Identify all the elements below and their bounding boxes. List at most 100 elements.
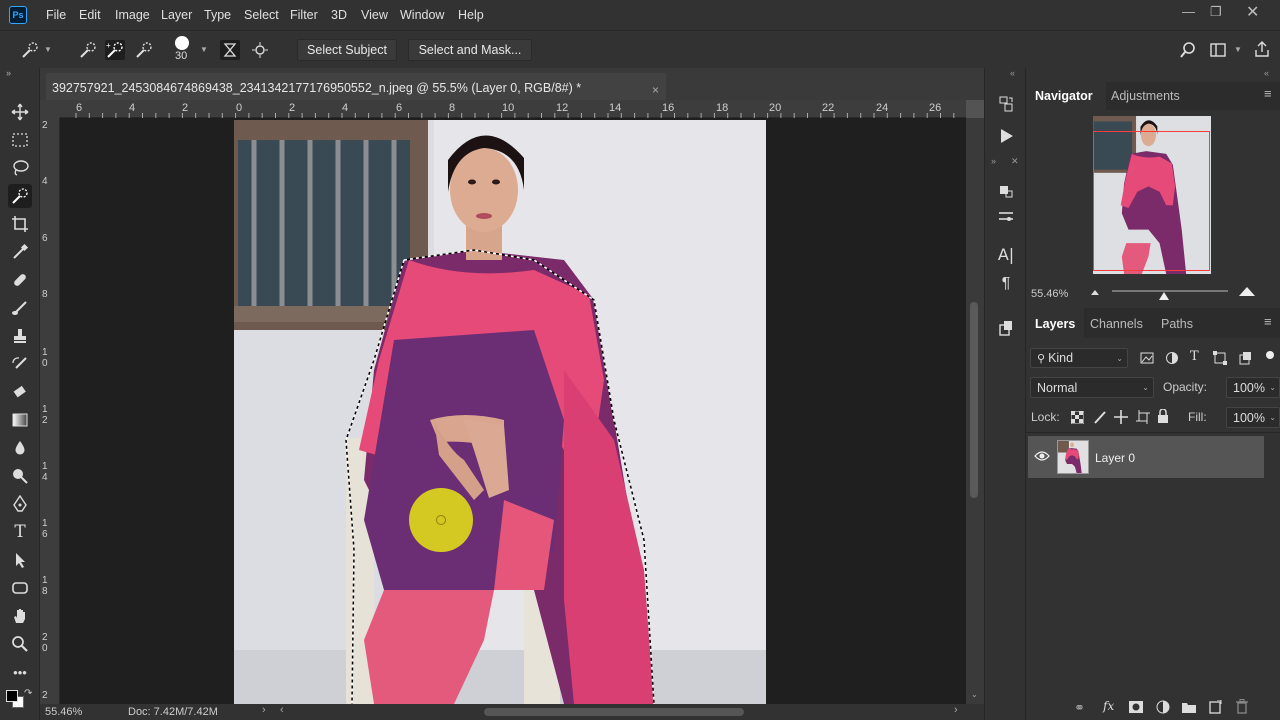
- quick-select-preset-icon[interactable]: [20, 40, 40, 60]
- fill-input[interactable]: 100% ⌄: [1226, 407, 1280, 428]
- more-tools-icon[interactable]: •••: [8, 660, 32, 684]
- swap-colors-icon[interactable]: ↷: [24, 688, 32, 699]
- menu-layer[interactable]: Layer: [161, 8, 192, 22]
- select-subject-button[interactable]: Select Subject: [297, 39, 397, 61]
- navigator-zoom-slider-handle[interactable]: [1159, 292, 1169, 302]
- share-icon[interactable]: [1252, 40, 1272, 60]
- new-layer-icon[interactable]: [1209, 700, 1222, 714]
- vertical-ruler[interactable]: 2 4 6 8 1 0 1 2 1 4 1 6 1 8 2 0 2: [40, 118, 60, 704]
- libraries-panel-icon[interactable]: [996, 318, 1016, 338]
- restore-icon[interactable]: ❐: [1210, 4, 1222, 20]
- add-mask-icon[interactable]: [1129, 701, 1143, 713]
- tab-navigator[interactable]: Navigator: [1035, 89, 1093, 103]
- filter-type-icon[interactable]: T: [1190, 349, 1199, 364]
- ruler-origin[interactable]: [40, 100, 60, 118]
- menu-3d[interactable]: 3D: [331, 8, 347, 22]
- filter-shape-icon[interactable]: [1213, 351, 1227, 365]
- gradient-tool-icon[interactable]: [8, 408, 32, 432]
- zoom-in-mountain-icon[interactable]: [1238, 284, 1256, 298]
- status-menu-chevron-icon[interactable]: ›: [262, 704, 266, 716]
- clone-stamp-tool-icon[interactable]: [8, 324, 32, 348]
- brush-tip-icon[interactable]: [175, 36, 189, 50]
- workspace-chevron-icon[interactable]: ▼: [1234, 45, 1242, 54]
- expand-panels-icon[interactable]: «: [1010, 68, 1015, 78]
- lock-transparent-icon[interactable]: [1071, 411, 1084, 424]
- menu-type[interactable]: Type: [204, 8, 231, 22]
- eraser-tool-icon[interactable]: [8, 380, 32, 404]
- marquee-tool-icon[interactable]: [8, 128, 32, 152]
- tab-layers[interactable]: Layers: [1035, 317, 1075, 331]
- navigator-thumbnail[interactable]: [1093, 116, 1211, 274]
- dodge-tool-icon[interactable]: [8, 464, 32, 488]
- new-adjustment-layer-icon[interactable]: [1156, 700, 1170, 714]
- sample-all-layers-icon[interactable]: [220, 40, 240, 60]
- filter-pixel-icon[interactable]: [1140, 351, 1154, 365]
- actions-play-icon[interactable]: [996, 126, 1016, 146]
- document-image[interactable]: [234, 120, 766, 704]
- brush-size-chevron-icon[interactable]: ▼: [200, 45, 208, 54]
- horizontal-ruler[interactable]: 6 4 2 0 2 4 6 8 10 12 14 16 18 20 22 24 …: [60, 100, 966, 118]
- document-tab[interactable]: 392757921_2453084674869438_2341342177176…: [46, 73, 666, 100]
- filter-toggle-icon[interactable]: [1266, 351, 1274, 359]
- pen-tool-icon[interactable]: [8, 492, 32, 516]
- brush-tool-icon[interactable]: [8, 296, 32, 320]
- scroll-down-icon[interactable]: ⌄: [971, 690, 978, 699]
- tab-adjustments[interactable]: Adjustments: [1111, 89, 1180, 103]
- foreground-color-swatch-front[interactable]: [6, 690, 18, 702]
- new-selection-brush-icon[interactable]: [78, 40, 98, 60]
- zoom-level[interactable]: 55.46%: [45, 706, 82, 718]
- blur-tool-icon[interactable]: [8, 436, 32, 460]
- layer-name[interactable]: Layer 0: [1095, 451, 1135, 465]
- link-layers-icon[interactable]: ⚭: [1074, 700, 1085, 716]
- lock-artboard-icon[interactable]: [1136, 410, 1150, 424]
- scroll-left-icon[interactable]: ‹: [280, 704, 284, 716]
- delete-layer-trash-icon[interactable]: [1236, 699, 1248, 714]
- menu-image[interactable]: Image: [115, 8, 150, 22]
- eyedropper-tool-icon[interactable]: [8, 240, 32, 264]
- collapse-right-panels-icon[interactable]: «: [1264, 68, 1269, 78]
- scroll-right-icon[interactable]: ›: [954, 704, 958, 716]
- vertical-scroll-thumb[interactable]: [970, 302, 978, 498]
- brush-size-value[interactable]: 30: [175, 50, 187, 62]
- crop-tool-icon[interactable]: [8, 212, 32, 236]
- zoom-out-mountain-icon[interactable]: [1090, 286, 1102, 298]
- workspace-icon[interactable]: [1208, 40, 1228, 60]
- horizontal-scroll-thumb[interactable]: [484, 708, 744, 716]
- layer-filter-select[interactable]: ⚲ Kind ⌄: [1030, 348, 1128, 368]
- select-and-mask-button[interactable]: Select and Mask...: [408, 39, 532, 61]
- hand-tool-icon[interactable]: [8, 604, 32, 628]
- menu-select[interactable]: Select: [244, 8, 279, 22]
- filter-adjustment-icon[interactable]: [1165, 351, 1179, 365]
- tab-channels[interactable]: Channels: [1090, 317, 1143, 331]
- layers-menu-icon[interactable]: ≡: [1264, 314, 1272, 329]
- healing-brush-tool-icon[interactable]: [8, 268, 32, 292]
- new-group-folder-icon[interactable]: [1182, 701, 1196, 713]
- search-icon[interactable]: [1178, 40, 1198, 60]
- navigator-view-box[interactable]: [1093, 131, 1210, 271]
- menu-file[interactable]: File: [46, 8, 66, 22]
- close-group-icon[interactable]: ✕: [1011, 156, 1019, 167]
- properties-panel-icon[interactable]: [996, 206, 1016, 226]
- zoom-tool-icon[interactable]: [8, 632, 32, 656]
- menu-edit[interactable]: Edit: [79, 8, 101, 22]
- vertical-scrollbar[interactable]: ⌄: [966, 118, 984, 704]
- minimize-icon[interactable]: —: [1182, 4, 1195, 19]
- history-panel-icon[interactable]: [996, 94, 1016, 114]
- add-to-selection-brush-icon[interactable]: +: [105, 40, 125, 60]
- move-tool-icon[interactable]: [8, 100, 32, 124]
- enhance-edge-icon[interactable]: [250, 40, 270, 60]
- layer-style-fx-icon[interactable]: fx: [1103, 699, 1114, 713]
- visibility-eye-icon[interactable]: [1034, 450, 1050, 462]
- close-window-icon[interactable]: ✕: [1246, 2, 1259, 22]
- menu-filter[interactable]: Filter: [290, 8, 318, 22]
- menu-window[interactable]: Window: [400, 8, 444, 22]
- close-tab-icon[interactable]: ×: [652, 83, 659, 97]
- lock-position-icon[interactable]: [1114, 410, 1128, 424]
- 3d-panel-icon[interactable]: [996, 182, 1016, 202]
- type-tool-icon[interactable]: T: [8, 520, 32, 544]
- path-selection-tool-icon[interactable]: [8, 548, 32, 572]
- blend-mode-select[interactable]: Normal ⌄: [1030, 377, 1154, 398]
- navigator-zoom-slider[interactable]: [1112, 290, 1228, 292]
- filter-smart-object-icon[interactable]: [1238, 351, 1252, 365]
- history-brush-tool-icon[interactable]: [8, 352, 32, 376]
